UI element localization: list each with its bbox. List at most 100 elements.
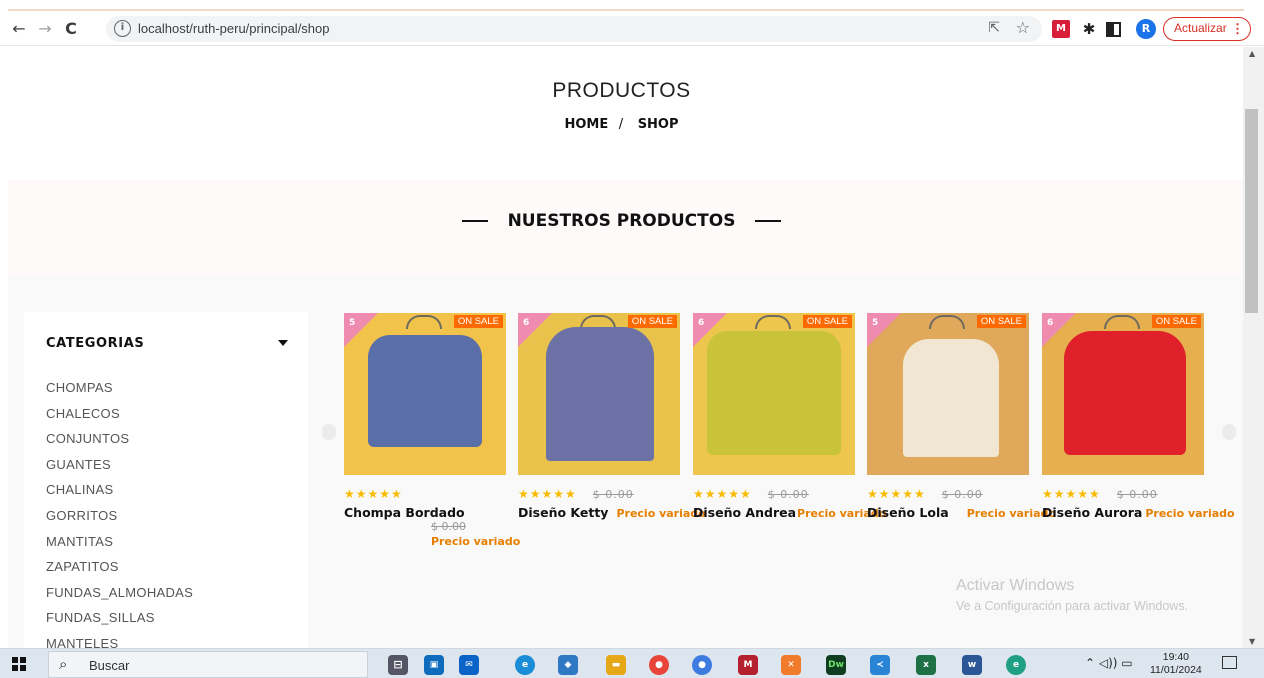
corner-number: 6	[523, 318, 530, 328]
extension-red-icon[interactable]: M	[1052, 20, 1070, 38]
category-item[interactable]: CHALECOS	[46, 404, 193, 430]
side-panel-icon[interactable]	[1106, 22, 1121, 37]
category-item[interactable]: ZAPATITOS	[46, 557, 193, 583]
update-button-label: Actualizar	[1174, 21, 1227, 35]
mail-icon[interactable]: ✉	[459, 655, 479, 675]
category-item[interactable]: FUNDAS_SILLAS	[46, 608, 193, 634]
word-icon[interactable]: w	[962, 655, 982, 675]
system-tray-icons[interactable]: ⌃ ◁)) ▭	[1085, 656, 1133, 670]
category-list: CHOMPAS CHALECOS CONJUNTOS GUANTES CHALI…	[46, 378, 193, 648]
name-row: Diseño Ketty Precio variado	[518, 505, 706, 520]
category-item[interactable]: MANTELES	[46, 634, 193, 648]
profile-avatar[interactable]: R	[1136, 19, 1156, 39]
product-image[interactable]: 6 ON SALE	[693, 313, 855, 475]
rating-stars: ★★★★★	[1042, 487, 1101, 501]
taskbar-search-placeholder: Buscar	[89, 658, 130, 673]
rating-row: ★★★★★ $ 0.00	[693, 487, 855, 502]
old-price: $ 0.00	[592, 488, 634, 501]
breadcrumb-home-link[interactable]: HOME	[564, 117, 608, 132]
category-item[interactable]: FUNDAS_ALMOHADAS	[46, 583, 193, 609]
excel-icon[interactable]: x	[916, 655, 936, 675]
bookmark-star-icon[interactable]: ☆	[1016, 18, 1030, 37]
red-app-icon[interactable]: M	[738, 655, 758, 675]
corner-number: 5	[872, 318, 879, 328]
page-title: PRODUCTOS	[552, 79, 691, 102]
corner-number: 5	[349, 318, 356, 328]
back-arrow-icon[interactable]: ←	[8, 18, 30, 40]
title-rule-right	[755, 220, 782, 222]
category-item[interactable]: CONJUNTOS	[46, 429, 193, 455]
taskbar-clock[interactable]: 19:40 11/01/2024	[1150, 651, 1202, 677]
product-card[interactable]: 6 ON SALE ★★★★★ $ 0.00 Diseño Ketty Prec…	[518, 313, 706, 520]
carousel-prev-button[interactable]	[322, 424, 336, 440]
browser-e-icon[interactable]: e	[1006, 655, 1026, 675]
product-name[interactable]: Diseño Aurora	[1042, 505, 1142, 520]
hanger-shape	[755, 315, 791, 329]
media-icon[interactable]: ◆	[558, 655, 578, 675]
rating-row: ★★★★★ $ 0.00	[518, 487, 680, 502]
category-item[interactable]: CHALINAS	[46, 480, 193, 506]
scroll-down-arrow-icon[interactable]: ▼	[1249, 637, 1255, 646]
product-card[interactable]: 5 ON SALE ★★★★★ $ 0.00 Diseño Lola Preci…	[867, 313, 1056, 520]
carousel-next-button[interactable]	[1222, 424, 1236, 440]
dreamweaver-icon[interactable]: Dw	[826, 655, 846, 675]
share-icon[interactable]: ⇱	[988, 20, 1000, 36]
product-image[interactable]: 5 ON SALE	[344, 313, 506, 475]
old-price: $ 0.00	[1116, 488, 1158, 501]
product-name[interactable]: Diseño Ketty	[518, 505, 608, 520]
garment-shape	[368, 335, 482, 447]
corner-number: 6	[1047, 318, 1054, 328]
section-title-text: NUESTROS PRODUCTOS	[507, 211, 736, 231]
forward-arrow-icon[interactable]: →	[34, 18, 56, 40]
category-item[interactable]: GORRITOS	[46, 506, 193, 532]
name-row: Diseño Andrea Precio variado	[693, 505, 886, 520]
name-row: Diseño Lola Precio variado	[867, 505, 1056, 520]
corner-number: 6	[698, 318, 705, 328]
taskbar-search-input[interactable]: ⌕ Buscar	[48, 651, 368, 678]
name-row: Diseño Aurora Precio variado	[1042, 505, 1235, 520]
info-icon[interactable]: i	[114, 20, 131, 37]
old-price: $ 0.00	[767, 488, 809, 501]
extensions-puzzle-icon[interactable]: ✱	[1080, 20, 1098, 38]
product-name[interactable]: Chompa Bordado	[344, 505, 506, 520]
windows-start-icon[interactable]	[12, 657, 26, 671]
product-image[interactable]: 6 ON SALE	[518, 313, 680, 475]
product-image[interactable]: 5 ON SALE	[867, 313, 1029, 475]
watermark-subtitle: Ve a Configuración para activar Windows.	[956, 599, 1189, 613]
product-name[interactable]: Diseño Andrea	[693, 505, 796, 520]
vscode-icon[interactable]: ≺	[870, 655, 890, 675]
product-card[interactable]: 6 ON SALE ★★★★★ $ 0.00 Diseño Aurora Pre…	[1042, 313, 1235, 520]
title-rule-left	[461, 220, 488, 222]
category-item[interactable]: MANTITAS	[46, 532, 193, 558]
scroll-up-arrow-icon[interactable]: ▲	[1249, 49, 1255, 58]
product-card[interactable]: 5 ON SALE ★★★★★ Chompa Bordado $ 0.00 Pr…	[344, 313, 520, 548]
task-view-icon[interactable]: ⊟	[388, 655, 408, 675]
product-card[interactable]: 6 ON SALE ★★★★★ $ 0.00 Diseño Andrea Pre…	[693, 313, 886, 520]
address-bar[interactable]: i localhost/ruth-peru/principal/shop ⇱ ☆	[106, 16, 1042, 42]
chrome-active-icon[interactable]: ●	[692, 655, 712, 675]
category-item[interactable]: CHOMPAS	[46, 378, 193, 404]
categories-heading[interactable]: CATEGORIAS	[46, 336, 144, 351]
categories-sidebar: CATEGORIAS CHOMPAS CHALECOS CONJUNTOS GU…	[24, 312, 308, 648]
url-text[interactable]: localhost/ruth-peru/principal/shop	[138, 16, 330, 42]
breadcrumb-separator: /	[618, 117, 624, 132]
file-explorer-icon[interactable]: ▬	[606, 655, 626, 675]
page-scrollbar[interactable]: ▲ ▼	[1243, 47, 1264, 648]
notifications-icon[interactable]	[1222, 656, 1237, 669]
category-item[interactable]: GUANTES	[46, 455, 193, 481]
reload-icon[interactable]: C	[60, 18, 82, 40]
update-button[interactable]: Actualizar ⋮	[1163, 17, 1251, 41]
on-sale-badge: ON SALE	[627, 315, 677, 328]
xampp-icon[interactable]: ✕	[781, 655, 801, 675]
on-sale-badge: ON SALE	[1151, 315, 1201, 328]
caret-down-icon[interactable]	[278, 340, 288, 346]
store-icon[interactable]: ▣	[424, 655, 444, 675]
page-viewport: PRODUCTOS HOME / SHOP NUESTROS PRODUCTOS…	[0, 47, 1243, 648]
product-image[interactable]: 6 ON SALE	[1042, 313, 1204, 475]
more-vertical-icon: ⋮	[1231, 21, 1244, 36]
scroll-thumb[interactable]	[1245, 109, 1258, 313]
edge-icon[interactable]: e	[515, 655, 535, 675]
chrome-icon[interactable]: ●	[649, 655, 669, 675]
product-name[interactable]: Diseño Lola	[867, 505, 949, 520]
breadcrumb: HOME / SHOP	[0, 117, 1243, 132]
